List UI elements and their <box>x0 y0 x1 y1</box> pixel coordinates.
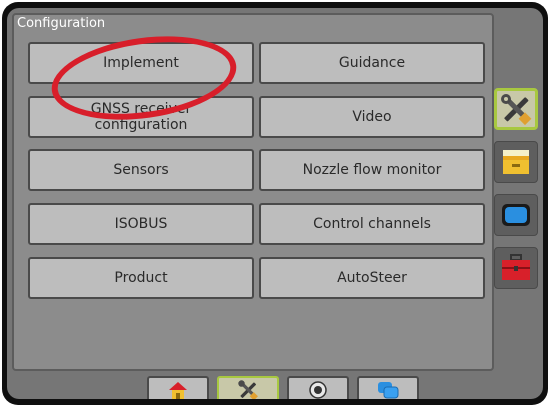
control-channels-label: Control channels <box>313 216 431 232</box>
camera-icon <box>309 380 327 399</box>
sensors-button[interactable]: Sensors <box>28 149 254 191</box>
autosteer-button[interactable]: AutoSteer <box>259 257 485 299</box>
guidance-button[interactable]: Guidance <box>259 42 485 84</box>
panel-title: Configuration <box>17 16 106 31</box>
control-channels-button[interactable]: Control channels <box>259 203 485 245</box>
bottom-tab-screens[interactable] <box>357 376 419 399</box>
gnss-label-line2: configuration <box>94 117 188 133</box>
screen-icon <box>502 204 530 226</box>
video-button[interactable]: Video <box>259 96 485 138</box>
bottom-tab-tools[interactable] <box>217 376 279 399</box>
guidance-label: Guidance <box>338 55 406 71</box>
autosteer-label: AutoSteer <box>337 270 407 286</box>
side-tab-screens[interactable] <box>494 194 538 236</box>
video-label: Video <box>352 109 392 125</box>
data-icon <box>503 150 529 174</box>
nozzle-flow-monitor-label: Nozzle flow monitor <box>302 162 442 178</box>
screens-icon <box>378 381 399 398</box>
nozzle-flow-monitor-button[interactable]: Nozzle flow monitor <box>259 149 485 191</box>
gnss-label-line1: GNSS receiver <box>90 101 192 117</box>
gnss-receiver-configuration-button[interactable]: GNSS receiver configuration <box>28 96 254 138</box>
side-tab-data[interactable] <box>494 141 538 183</box>
side-tab-toolbox[interactable] <box>494 247 538 289</box>
product-label: Product <box>114 270 168 286</box>
tools-icon <box>501 94 532 126</box>
implement-label: Implement <box>103 55 179 71</box>
side-tab-tools[interactable] <box>494 88 538 130</box>
sensors-label: Sensors <box>113 162 169 178</box>
isobus-label: ISOBUS <box>114 216 168 232</box>
toolbox-icon <box>502 254 530 280</box>
isobus-button[interactable]: ISOBUS <box>28 203 254 245</box>
implement-button[interactable]: Implement <box>28 42 254 84</box>
product-button[interactable]: Product <box>28 257 254 299</box>
screen-area: Configuration Implement Guidance GNSS re… <box>7 8 543 399</box>
configuration-panel: Configuration Implement Guidance GNSS re… <box>12 13 494 371</box>
device-frame: Configuration Implement Guidance GNSS re… <box>2 2 548 405</box>
tools-icon <box>238 379 258 399</box>
bottom-tab-bar <box>147 376 421 399</box>
bottom-tab-home[interactable] <box>147 376 209 399</box>
home-icon <box>169 381 187 399</box>
bottom-tab-camera[interactable] <box>287 376 349 399</box>
